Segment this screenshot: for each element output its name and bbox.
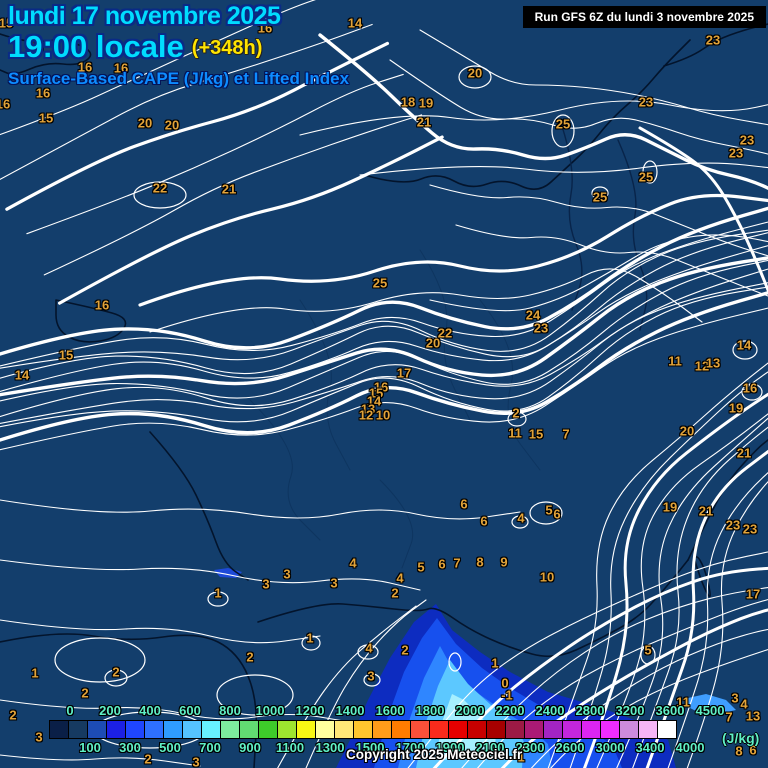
copyright-text: Copyright 2025 Meteociel.fr [346, 747, 523, 762]
scale-cell [144, 720, 164, 739]
scale-cell [125, 720, 145, 739]
scale-cell [657, 720, 677, 739]
contour-line [0, 619, 321, 644]
contour-line [0, 286, 768, 428]
weather-map: 1516161616161514162020222123201819212523… [0, 0, 768, 768]
scale-cell [277, 720, 297, 739]
scale-cell [467, 720, 487, 739]
contour-loop [104, 669, 128, 687]
scale-cell [638, 720, 658, 739]
contour-loop [507, 411, 527, 427]
scale-cell [505, 720, 525, 739]
scale-cell [201, 720, 221, 739]
scale-cell [410, 720, 430, 739]
scale-cell [182, 720, 202, 739]
contour-line [318, 33, 768, 190]
contour-line [0, 754, 201, 767]
contour-loop [301, 635, 321, 651]
border-line [379, 479, 414, 569]
scale-cell [220, 720, 240, 739]
contour-line [26, 73, 404, 235]
border-line [249, 399, 321, 541]
parameter-subtitle: Surface-Based CAPE (J/kg) et Lifted Inde… [8, 69, 350, 88]
contour-line [0, 499, 521, 520]
scale-cell [296, 720, 316, 739]
scale-cell [334, 720, 354, 739]
contour-loop [591, 186, 609, 200]
contour-line [0, 221, 768, 367]
border-line [419, 249, 471, 421]
scale-unit-label: (J/kg) [722, 730, 760, 746]
scale-cell [448, 720, 468, 739]
contour-loop [642, 160, 658, 184]
scale-cell [353, 720, 373, 739]
scale-cell [87, 720, 107, 739]
coastline [367, 39, 691, 190]
forecast-offset: (+348h) [191, 36, 263, 59]
contour-loop [529, 501, 563, 525]
contour-line [582, 392, 768, 768]
contour-loop [207, 591, 229, 607]
scale-cell [524, 720, 544, 739]
contour-line [0, 559, 421, 591]
contour-loop [741, 383, 763, 401]
scale-cell [619, 720, 639, 739]
scale-cell [562, 720, 582, 739]
scale-cell [429, 720, 449, 739]
contour-loop [363, 673, 381, 687]
contour-loop [357, 644, 379, 660]
contour-loop [732, 340, 758, 360]
contour-loop [54, 637, 146, 683]
contour-line [0, 699, 351, 723]
contour-line [429, 234, 768, 312]
scale-cell [315, 720, 335, 739]
scale-cell [581, 720, 601, 739]
contour-line [299, 100, 768, 136]
scale-cell [258, 720, 278, 739]
scale-cell [372, 720, 392, 739]
contour-line [43, 114, 423, 276]
valid-date: lundi 17 novembre 2025 [8, 2, 281, 30]
coastline [149, 431, 249, 581]
scale-cell [68, 720, 88, 739]
scale-cell [239, 720, 259, 739]
scale-cell [106, 720, 126, 739]
scale-cell [600, 720, 620, 739]
coastline [0, 633, 258, 768]
scale-cell [391, 720, 411, 739]
contour-loop [640, 645, 656, 665]
contour-field [0, 0, 768, 768]
valid-time: 19:00 locale [8, 29, 184, 64]
contour-loop [458, 65, 492, 89]
coastline [687, 439, 768, 561]
scale-cell [543, 720, 563, 739]
cape-color-scale [49, 720, 677, 739]
coastline [663, 23, 768, 67]
scale-cell [49, 720, 69, 739]
scale-cell [486, 720, 506, 739]
model-run-label: Run GFS 6Z du lundi 3 novembre 2025 [522, 6, 766, 28]
contour-loop [133, 181, 187, 209]
scale-cell [163, 720, 183, 739]
contour-loop [511, 515, 529, 529]
title-block: lundi 17 novembre 2025 19:00 locale (+34… [8, 2, 349, 89]
